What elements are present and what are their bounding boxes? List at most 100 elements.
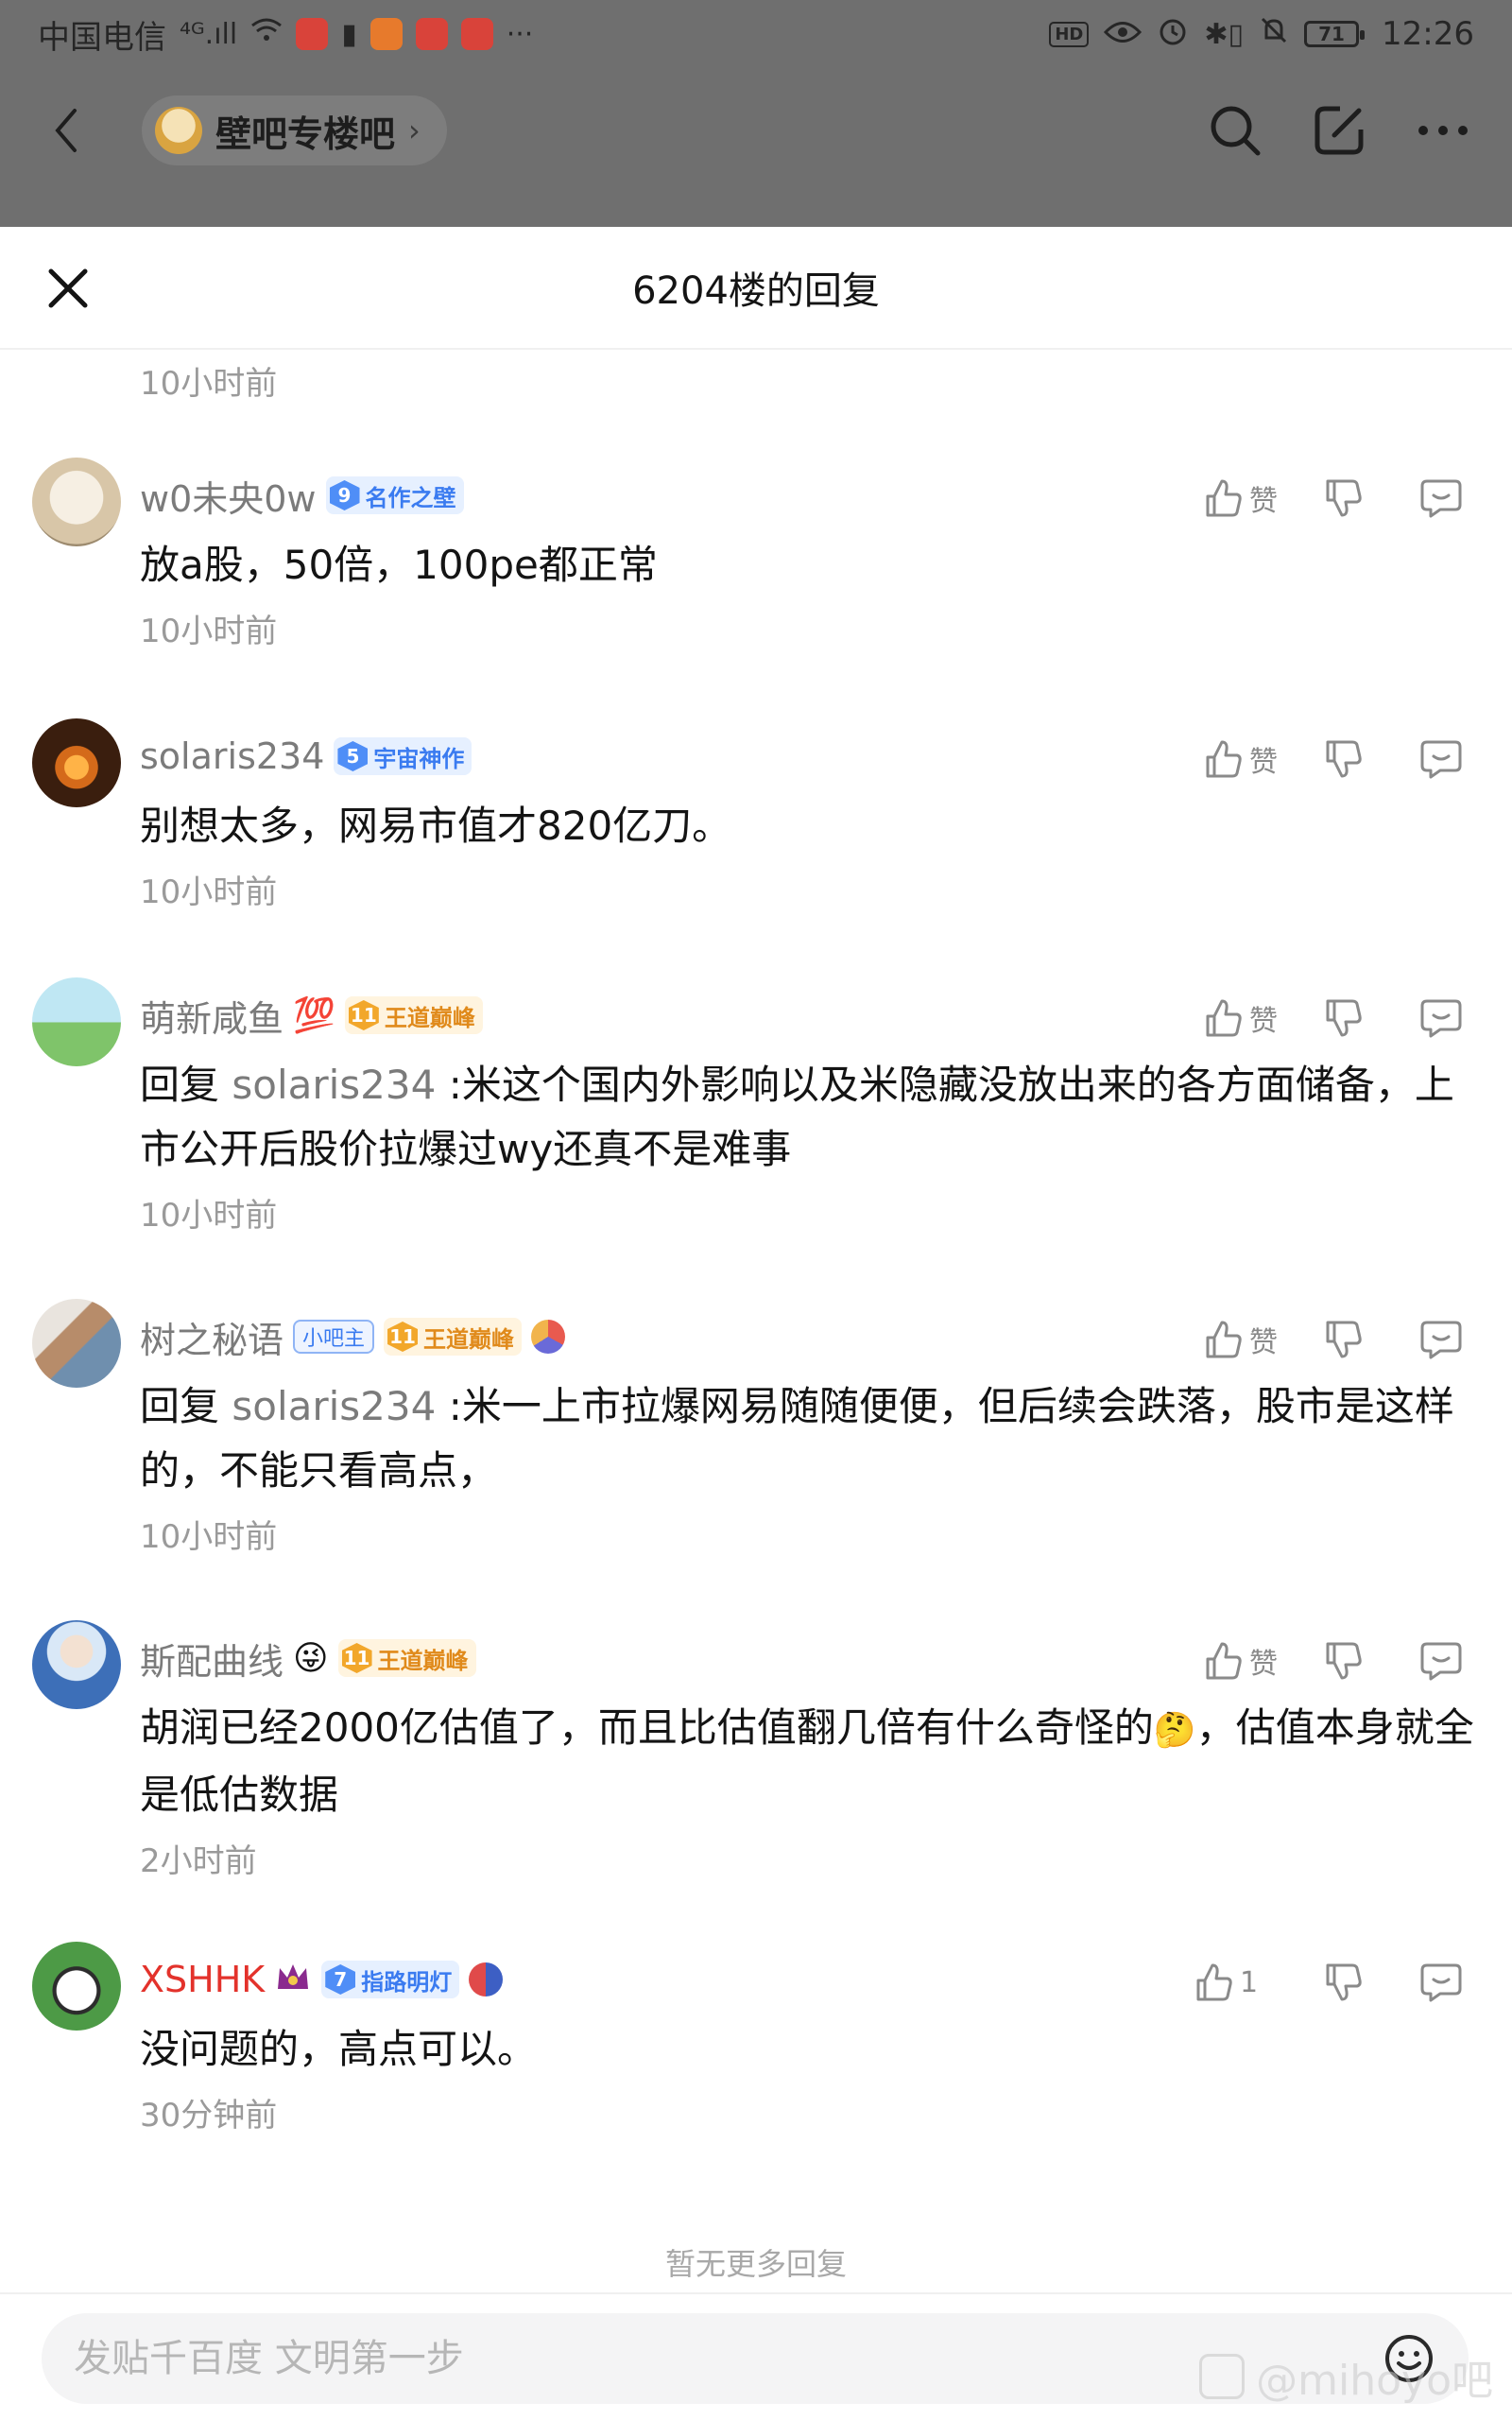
moderator-badge: 小吧主 [293, 1320, 375, 1354]
thumbs-down-icon [1326, 479, 1362, 517]
like-button[interactable]: 赞 [1202, 738, 1278, 780]
thinking-face-icon: 🤔 [1153, 1711, 1196, 1750]
winking-face-icon: 😜 [293, 1638, 329, 1678]
chevron-right-icon: › [408, 112, 421, 148]
level-title: 名作之壁 [365, 484, 456, 511]
close-button[interactable] [38, 258, 98, 319]
comment-input-bar: @mihoyo吧 [0, 2292, 1512, 2420]
notification-app-icon [415, 18, 448, 50]
level-title: 王道巅峰 [384, 1004, 475, 1031]
avatar[interactable] [32, 1942, 121, 2031]
thumbs-up-icon [1206, 999, 1242, 1037]
reply-button[interactable] [1408, 1306, 1474, 1373]
level-number: 9 [329, 480, 360, 510]
edit-icon [1314, 106, 1364, 155]
like-button[interactable]: 赞 [1202, 477, 1278, 519]
hd-icon: HD [1049, 21, 1090, 47]
back-button[interactable] [38, 102, 94, 159]
carrier-label: 中国电信 [38, 18, 166, 57]
reply-text: 胡润已经2000亿估值了，而且比估值翻几倍有什么奇怪的🤔，估值本身就全是低估数据 [140, 1696, 1474, 1827]
forum-entry[interactable]: 壁吧专楼吧 › [142, 95, 447, 165]
like-button[interactable]: 赞 [1202, 997, 1278, 1039]
signal-icon: ⁴ᴳ.ıll [180, 17, 238, 51]
level-number: 11 [387, 1322, 419, 1352]
bluetooth-vibrate-icon: ✱▯ [1204, 17, 1245, 51]
avatar[interactable] [32, 1299, 121, 1388]
sim-icon: ▮ [341, 17, 357, 51]
notification-app-icon [296, 18, 329, 50]
alarm-icon [1157, 14, 1189, 55]
thumbs-up-icon [1206, 740, 1242, 778]
comment-icon [1420, 1963, 1462, 2002]
more-button[interactable] [1412, 99, 1474, 162]
thumbs-up-icon [1206, 1642, 1242, 1680]
username[interactable]: solaris234 [140, 735, 324, 777]
watermark-logo-icon [1199, 2354, 1246, 2399]
dislike-button[interactable] [1310, 1306, 1376, 1373]
forum-name: 壁吧专楼吧 [215, 112, 396, 155]
more-notifications-icon: ··· [506, 17, 534, 51]
reply-button[interactable] [1408, 985, 1474, 1051]
dislike-button[interactable] [1310, 1628, 1376, 1694]
avatar[interactable] [32, 718, 121, 807]
timestamp: 10小时前 [140, 365, 278, 403]
level-number: 7 [325, 1964, 356, 1995]
search-icon [1211, 106, 1261, 156]
eye-icon [1104, 15, 1143, 53]
dislike-button[interactable] [1310, 726, 1376, 792]
comment-icon [1420, 1642, 1462, 1681]
timestamp: 10小时前 [140, 613, 278, 650]
timestamp: 30分钟前 [140, 2097, 278, 2135]
like-count: 赞 [1249, 485, 1278, 518]
thumbs-down-icon [1326, 1321, 1362, 1358]
dislike-button[interactable] [1310, 985, 1376, 1051]
comment-input[interactable] [72, 2336, 1380, 2381]
level-badge: 9 名作之壁 [325, 476, 464, 514]
avatar[interactable] [32, 977, 121, 1066]
level-number: 11 [348, 1000, 379, 1030]
dimmed-background[interactable]: 中国电信 ⁴ᴳ.ıll ▮ ··· HD ✱▯ 71 12:26 壁吧专楼吧 › [0, 0, 1512, 227]
username[interactable]: 斯配曲线 [140, 1633, 284, 1685]
like-count: 赞 [1249, 1648, 1278, 1681]
like-button[interactable]: 赞 [1202, 1319, 1278, 1360]
avatar[interactable] [32, 458, 121, 546]
dislike-button[interactable] [1310, 1949, 1376, 2015]
thumbs-up-icon [1206, 1321, 1242, 1358]
thumbs-down-icon [1326, 999, 1362, 1037]
reply-text: 回复 solaris234 :米一上市拉爆网易随随便便，但后续会跌落，股市是这样… [140, 1374, 1474, 1503]
like-button[interactable]: 赞 [1202, 1640, 1278, 1682]
avatar[interactable] [32, 1620, 121, 1709]
forum-avatar [155, 107, 202, 154]
comment-icon [1420, 1321, 1462, 1359]
level-number: 11 [341, 1643, 372, 1673]
comment-icon [1420, 740, 1462, 779]
honor-icon [469, 1962, 504, 1996]
hundred-points-icon: 💯 [293, 996, 335, 1035]
reply-content: 胡润已经2000亿估值了，而且比估值翻几倍有什么奇怪的 [140, 1704, 1154, 1751]
reply-button[interactable] [1408, 726, 1474, 792]
sheet-title: 6204楼的回复 [632, 269, 880, 313]
reply-button[interactable] [1408, 1628, 1474, 1694]
reply-to-user[interactable]: solaris234 [232, 1383, 436, 1429]
reply-text: 没问题的，高点可以。 [140, 2026, 538, 2072]
username[interactable]: 树之秘语 [140, 1311, 284, 1363]
username[interactable]: w0未央0w [140, 470, 317, 522]
username[interactable]: 萌新咸鱼 [140, 990, 284, 1042]
level-number: 5 [337, 741, 369, 771]
reply-prefix: 回复 [140, 1062, 220, 1108]
like-button[interactable]: 1 [1193, 1962, 1278, 2003]
like-count: 1 [1240, 1965, 1259, 1999]
reply-button[interactable] [1408, 465, 1474, 531]
clock-time: 12:26 [1382, 15, 1474, 53]
compose-button[interactable] [1308, 99, 1370, 162]
reply-text: 回复 solaris234 :米这个国内外影响以及米隐藏没放出来的各方面储备，上… [140, 1053, 1474, 1182]
reply-button[interactable] [1408, 1949, 1474, 2015]
username[interactable]: XSHHK [140, 1959, 265, 2000]
dislike-button[interactable] [1310, 465, 1376, 531]
close-icon [48, 268, 88, 308]
reply-to-user[interactable]: solaris234 [232, 1062, 436, 1108]
search-button[interactable] [1204, 99, 1266, 162]
reply-sheet: 6204楼的回复 10小时前 w0未央0w 9 名作之壁 放a股，50倍，100… [0, 227, 1512, 2420]
level-badge: 11 王道巅峰 [344, 996, 483, 1034]
like-count: 赞 [1249, 1326, 1278, 1359]
